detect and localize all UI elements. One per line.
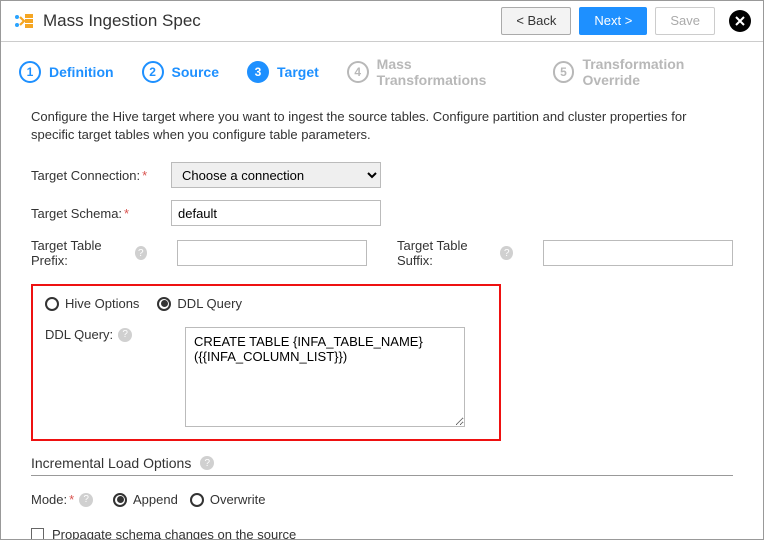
step-mass-transformations[interactable]: 4 Mass Transformations (347, 56, 525, 88)
checkbox-icon (31, 528, 44, 540)
radio-ddl-query[interactable]: DDL Query (157, 296, 242, 311)
radio-mode-overwrite[interactable]: Overwrite (190, 492, 266, 507)
radio-icon (45, 297, 59, 311)
page-title: Mass Ingestion Spec (43, 11, 201, 31)
help-icon[interactable]: ? (500, 246, 513, 260)
target-table-suffix-input[interactable] (543, 240, 733, 266)
target-connection-select[interactable]: Choose a connection (171, 162, 381, 188)
target-schema-input[interactable] (171, 200, 381, 226)
target-table-prefix-input[interactable] (177, 240, 367, 266)
label-target-connection: Target Connection:* (31, 168, 171, 183)
radio-mode-append[interactable]: Append (113, 492, 178, 507)
help-icon[interactable]: ? (200, 456, 214, 470)
target-panel: Configure the Hive target where you want… (1, 98, 763, 540)
row-ddl-query: DDL Query: ? (45, 327, 487, 427)
label-target-schema: Target Schema:* (31, 206, 171, 221)
label-target-table-suffix: Target Table Suffix: ? (397, 238, 513, 268)
target-options-radio-group: Hive Options DDL Query (45, 296, 487, 311)
help-icon[interactable]: ? (135, 246, 147, 260)
next-button[interactable]: Next > (579, 7, 647, 35)
mass-ingestion-icon (13, 11, 35, 31)
radio-icon (157, 297, 171, 311)
wizard-frame: Mass Ingestion Spec < Back Next > Save 1… (0, 0, 764, 540)
label-target-table-prefix: Target Table Prefix: ? (31, 238, 147, 268)
step-transformation-override[interactable]: 5 Transformation Override (553, 56, 745, 88)
radio-hive-options[interactable]: Hive Options (45, 296, 139, 311)
row-propagate-schema[interactable]: Propagate schema changes on the source (31, 527, 733, 540)
ddl-section-highlight: Hive Options DDL Query DDL Query: ? (31, 284, 501, 441)
help-icon[interactable]: ? (79, 493, 93, 507)
step-target[interactable]: 3 Target (247, 61, 319, 83)
step-source[interactable]: 2 Source (142, 61, 219, 83)
close-icon[interactable] (729, 10, 751, 32)
row-mode: Mode:* ? Append Overwrite (31, 492, 733, 507)
label-propagate-schema: Propagate schema changes on the source (52, 527, 296, 540)
help-icon[interactable]: ? (118, 328, 132, 342)
radio-icon (113, 493, 127, 507)
incremental-load-header: Incremental Load Options ? (31, 455, 733, 471)
radio-icon (190, 493, 204, 507)
save-button: Save (655, 7, 715, 35)
header-bar: Mass Ingestion Spec < Back Next > Save (1, 1, 763, 42)
back-button[interactable]: < Back (501, 7, 571, 35)
step-definition[interactable]: 1 Definition (19, 61, 114, 83)
label-ddl-query: DDL Query: ? (45, 327, 185, 342)
row-prefix-suffix: Target Table Prefix: ? Target Table Suff… (31, 238, 733, 268)
row-target-schema: Target Schema:* (31, 200, 733, 226)
section-divider (31, 475, 733, 476)
label-mode: Mode:* ? (31, 492, 101, 507)
row-target-connection: Target Connection:* Choose a connection (31, 162, 733, 188)
panel-description: Configure the Hive target where you want… (31, 108, 733, 144)
ddl-query-textarea[interactable] (185, 327, 465, 427)
wizard-steps: 1 Definition 2 Source 3 Target 4 Mass Tr… (1, 42, 763, 98)
